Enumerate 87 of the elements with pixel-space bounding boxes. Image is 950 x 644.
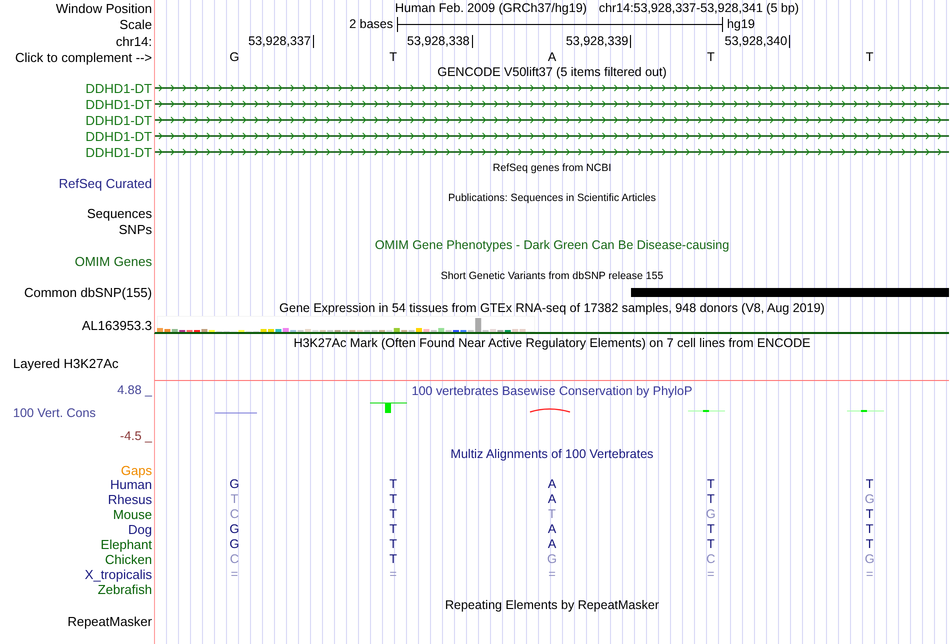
base-letter[interactable]: G [230, 51, 240, 64]
track-title: Gene Expression in 54 tissues from GTEx RNA-seq of 17382 samples, 948 donors (V8, Aug 2019) [279, 302, 825, 314]
species-label: Rhesus [108, 493, 152, 506]
coordinate-label: 53,928,337 [248, 35, 314, 48]
aligned-base: C [230, 508, 239, 521]
aligned-base: G [864, 493, 874, 506]
aligned-base: T [706, 523, 715, 536]
aligned-base: T [389, 538, 398, 551]
species-label: Elephant [100, 538, 152, 551]
aligned-base: T [389, 478, 398, 491]
track-title: OMIM Gene Phenotypes - Dark Green Can Be Disease-causing [374, 239, 730, 252]
aligned-base: T [866, 478, 874, 491]
aligned-base: T [389, 493, 398, 506]
aligned-base: = [230, 568, 238, 581]
track-title: Publications: Sequences in Scientific Articles [448, 193, 656, 204]
base-letter[interactable]: T [866, 51, 874, 64]
track-label[interactable]: DDHD1-DT [86, 98, 152, 110]
aligned-base: C [706, 553, 716, 566]
track-label[interactable]: DDHD1-DT [86, 114, 152, 126]
row-label: Window Position [56, 2, 152, 14]
aligned-base: A [548, 478, 556, 491]
track-title: Repeating Elements by RepeatMasker [444, 599, 659, 612]
assembly-label: hg19 [726, 18, 755, 31]
aligned-base: G [230, 538, 240, 551]
track-label[interactable]: RefSeq Curated [58, 177, 152, 190]
track-label[interactable]: Sequences [86, 207, 152, 220]
coordinate-label: 53,928,340 [724, 35, 790, 48]
aligned-base: = [390, 568, 397, 581]
axis-min-label: -4.5 _ [120, 430, 152, 442]
aligned-base: T [866, 523, 874, 536]
species-label: Mouse [112, 508, 152, 521]
species-label: Zebrafish [98, 583, 152, 596]
row-label: chr14: [116, 35, 152, 48]
species-label: Chicken [105, 553, 152, 566]
aligned-base: T [706, 538, 715, 551]
base-letter[interactable]: A [548, 51, 556, 64]
track-title: Multiz Alignments of 100 Vertebrates [450, 448, 654, 461]
aligned-base: G [706, 508, 716, 521]
aligned-base: A [548, 523, 556, 536]
aligned-base: T [389, 508, 398, 521]
track-label[interactable]: DDHD1-DT [86, 146, 152, 158]
complement-link[interactable]: Click to complement --> [15, 51, 152, 64]
aligned-base: T [230, 493, 238, 506]
track-title: RefSeq genes from NCBI [492, 162, 612, 174]
aligned-base: T [866, 508, 874, 521]
track-label[interactable]: Layered H3K27Ac [13, 356, 119, 371]
species-label: Human [110, 478, 152, 491]
species-label: X_tropicalis [84, 568, 152, 581]
axis-max-label: 4.88 _ [117, 384, 152, 396]
track-title: 100 vertebrates Basewise Conservation by PhyloP [412, 384, 692, 398]
track-label[interactable]: 100 Vert. Cons [13, 406, 96, 420]
aligned-base: T [389, 553, 398, 566]
aligned-base: G [230, 523, 240, 536]
aligned-base: G [547, 553, 557, 566]
track-label[interactable]: SNPs [118, 222, 152, 236]
aligned-base: = [866, 568, 874, 581]
aligned-base: G [230, 478, 240, 491]
track-label[interactable]: AL163953.3 [82, 318, 152, 332]
species-label: Dog [128, 523, 152, 536]
track-label[interactable]: OMIM Genes [74, 254, 152, 268]
position-text: chr14:53,928,337-53,928,341 (5 bp) [598, 2, 799, 14]
coordinate-label: 53,928,338 [407, 35, 473, 48]
assembly-title: Human Feb. 2009 (GRCh37/hg19) [395, 2, 587, 14]
aligned-base: = [707, 568, 714, 581]
track-label[interactable]: DDHD1-DT [86, 130, 152, 142]
aligned-base: T [548, 508, 556, 521]
aligned-base: T [706, 493, 715, 506]
coordinate-label: 53,928,339 [566, 35, 632, 48]
scale-text: 2 bases [349, 18, 393, 31]
aligned-base: = [548, 568, 556, 581]
aligned-base: A [548, 538, 556, 551]
aligned-base: A [548, 493, 556, 506]
track-title: Short Genetic Variants from dbSNP release 155 [440, 271, 664, 282]
aligned-base: G [864, 553, 874, 566]
base-letter[interactable]: T [389, 51, 398, 64]
aligned-base: T [389, 523, 398, 536]
scale-bar-icon [396, 17, 723, 32]
track-label[interactable]: DDHD1-DT [86, 82, 152, 94]
track-label[interactable]: RepeatMasker [67, 615, 152, 628]
track-title: H3K27Ac Mark (Often Found Near Active Regulatory Elements) on 7 cell lines from ENCODE [294, 337, 810, 350]
row-label: Scale [119, 18, 152, 31]
aligned-base: C [230, 553, 239, 566]
aligned-base: T [706, 478, 715, 491]
base-letter[interactable]: T [706, 51, 715, 64]
track-label[interactable]: Common dbSNP(155) [24, 286, 152, 299]
aligned-base: T [866, 538, 874, 551]
track-title: GENCODE V50lift37 (5 items filtered out) [437, 66, 667, 79]
